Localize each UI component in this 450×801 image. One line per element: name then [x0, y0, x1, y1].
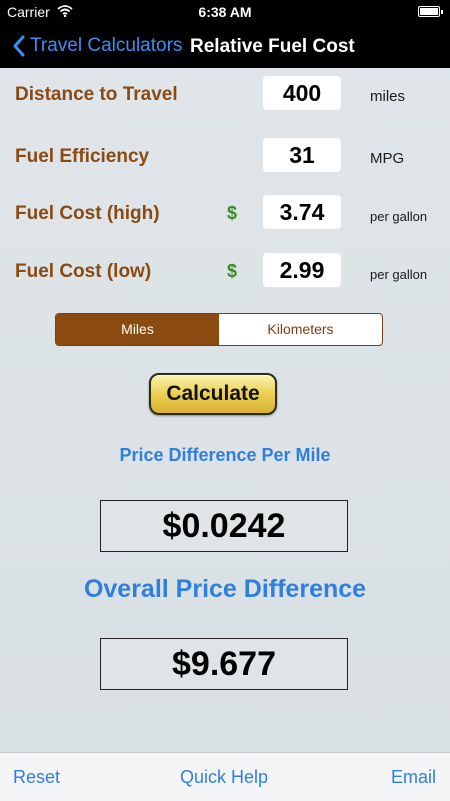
- distance-input[interactable]: 400: [263, 76, 341, 110]
- quick-help-button[interactable]: Quick Help: [180, 767, 268, 788]
- calculator-content: Distance to Travel 400 miles Fuel Effici…: [0, 68, 450, 752]
- units-segmented-control: Miles Kilometers: [55, 313, 383, 346]
- chevron-left-icon: [13, 35, 25, 57]
- overall-result: $9.677: [100, 638, 348, 690]
- distance-row: Distance to Travel 400 miles: [0, 76, 450, 116]
- cost-low-unit: per gallon: [370, 267, 428, 282]
- cost-low-input[interactable]: 2.99: [263, 253, 341, 287]
- cost-low-currency: $: [227, 261, 238, 281]
- segment-miles[interactable]: Miles: [56, 314, 219, 345]
- clock: 6:38 AM: [198, 4, 252, 20]
- distance-unit: miles: [370, 88, 406, 105]
- bottom-toolbar: Reset Quick Help Email: [0, 752, 450, 801]
- page-title: Relative Fuel Cost: [190, 36, 355, 57]
- segment-kilometers[interactable]: Kilometers: [219, 314, 382, 345]
- back-button[interactable]: Travel Calculators: [12, 24, 182, 68]
- reset-button[interactable]: Reset: [13, 767, 60, 788]
- calculate-button[interactable]: Calculate: [149, 373, 277, 415]
- cost-high-label: Fuel Cost (high): [15, 203, 160, 224]
- distance-label: Distance to Travel: [15, 84, 178, 105]
- back-button-label: Travel Calculators: [30, 35, 183, 56]
- email-button[interactable]: Email: [391, 767, 436, 788]
- cost-high-unit: per gallon: [370, 209, 428, 224]
- efficiency-label: Fuel Efficiency: [15, 146, 150, 167]
- navigation-bar: Travel Calculators Relative Fuel Cost: [0, 24, 450, 68]
- battery-icon: [418, 6, 443, 17]
- status-bar: Carrier 6:38 AM: [0, 0, 450, 24]
- efficiency-row: Fuel Efficiency 31 MPG: [0, 138, 450, 178]
- efficiency-unit: MPG: [370, 150, 405, 167]
- cost-low-row: Fuel Cost (low) $ 2.99 per gallon: [0, 253, 450, 293]
- per-mile-result: $0.0242: [100, 500, 348, 552]
- overall-heading: Overall Price Difference: [83, 575, 367, 603]
- cost-high-currency: $: [227, 203, 238, 223]
- per-mile-heading: Price Difference Per Mile: [119, 445, 331, 465]
- cost-low-label: Fuel Cost (low): [15, 261, 152, 282]
- efficiency-input[interactable]: 31: [263, 138, 341, 172]
- cost-high-input[interactable]: 3.74: [263, 195, 341, 229]
- cost-high-row: Fuel Cost (high) $ 3.74 per gallon: [0, 195, 450, 235]
